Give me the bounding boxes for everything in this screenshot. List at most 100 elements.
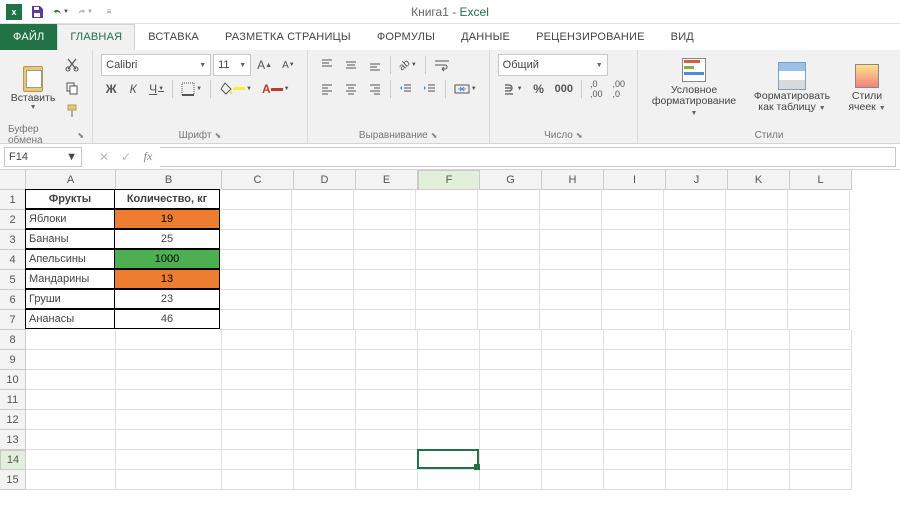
cell[interactable]: Апельсины — [25, 249, 115, 269]
cell[interactable] — [354, 310, 416, 330]
cell[interactable] — [292, 190, 354, 210]
cell[interactable] — [116, 410, 222, 430]
row-header[interactable]: 11 — [0, 390, 26, 410]
cell[interactable] — [480, 470, 542, 490]
cell[interactable]: 46 — [114, 309, 220, 329]
cell[interactable] — [790, 450, 852, 470]
cell[interactable] — [292, 230, 354, 250]
cell[interactable] — [788, 190, 850, 210]
cell[interactable] — [220, 230, 292, 250]
cell[interactable] — [356, 430, 418, 450]
cell[interactable] — [294, 370, 356, 390]
align-top-button[interactable] — [316, 54, 338, 76]
cell[interactable] — [542, 470, 604, 490]
redo-button[interactable]: ▼ — [76, 3, 94, 21]
paste-button[interactable]: Вставить ▼ — [9, 54, 57, 120]
cell[interactable] — [540, 250, 602, 270]
cell[interactable] — [354, 210, 416, 230]
cell[interactable] — [664, 250, 726, 270]
cell[interactable] — [294, 470, 356, 490]
cell[interactable] — [726, 290, 788, 310]
cell[interactable] — [666, 450, 728, 470]
cell[interactable] — [542, 390, 604, 410]
cell[interactable] — [480, 430, 542, 450]
cell[interactable] — [418, 390, 480, 410]
cell[interactable] — [116, 330, 222, 350]
orientation-button[interactable]: ab▼ — [395, 54, 421, 76]
cell[interactable]: Груши — [25, 289, 115, 309]
align-center-button[interactable] — [340, 78, 362, 100]
cell[interactable] — [416, 190, 478, 210]
cell[interactable] — [540, 290, 602, 310]
cell[interactable] — [602, 290, 664, 310]
cell[interactable] — [726, 270, 788, 290]
cell[interactable] — [354, 250, 416, 270]
tab-data[interactable]: ДАННЫЕ — [448, 24, 523, 50]
cell[interactable] — [788, 270, 850, 290]
cell[interactable] — [480, 390, 542, 410]
cut-button[interactable] — [61, 54, 83, 76]
row-header[interactable]: 9 — [0, 350, 26, 370]
cell[interactable] — [666, 410, 728, 430]
cell[interactable] — [478, 250, 540, 270]
cell[interactable] — [222, 370, 294, 390]
tab-view[interactable]: ВИД — [658, 24, 707, 50]
cell[interactable] — [602, 250, 664, 270]
borders-button[interactable]: ▼ — [177, 78, 206, 100]
column-header[interactable]: H — [542, 170, 604, 190]
cancel-formula-button[interactable]: ✕ — [94, 146, 114, 168]
align-right-button[interactable] — [364, 78, 386, 100]
cell[interactable] — [666, 470, 728, 490]
merge-center-button[interactable]: ▼ — [450, 78, 481, 100]
cell[interactable]: 19 — [114, 209, 220, 229]
cell[interactable] — [220, 190, 292, 210]
cell[interactable] — [416, 210, 478, 230]
cell[interactable] — [354, 190, 416, 210]
cell[interactable] — [354, 290, 416, 310]
cell[interactable] — [356, 370, 418, 390]
cell[interactable] — [542, 330, 604, 350]
cell[interactable] — [790, 410, 852, 430]
cell-styles-button[interactable]: Стилиячеек ▼ — [842, 54, 892, 120]
align-bottom-button[interactable] — [364, 54, 386, 76]
column-header[interactable]: G — [480, 170, 542, 190]
cell[interactable] — [666, 430, 728, 450]
cell[interactable] — [418, 350, 480, 370]
number-format-select[interactable]: Общий▼ — [498, 54, 608, 76]
cell[interactable] — [116, 470, 222, 490]
decrease-decimal-button[interactable]: ,00,0 — [608, 78, 629, 100]
cell[interactable] — [540, 310, 602, 330]
italic-button[interactable]: К — [123, 78, 143, 100]
cell[interactable] — [540, 230, 602, 250]
enter-formula-button[interactable]: ✓ — [116, 146, 136, 168]
format-as-table-button[interactable]: Форматироватькак таблицу ▼ — [746, 54, 838, 120]
cell[interactable] — [416, 250, 478, 270]
tab-insert[interactable]: ВСТАВКА — [135, 24, 212, 50]
cell[interactable] — [294, 390, 356, 410]
cell[interactable] — [356, 410, 418, 430]
cell[interactable] — [664, 310, 726, 330]
cell[interactable] — [726, 230, 788, 250]
cell[interactable] — [726, 310, 788, 330]
cell[interactable] — [116, 390, 222, 410]
cell[interactable] — [478, 270, 540, 290]
cell[interactable] — [292, 270, 354, 290]
cell[interactable] — [542, 430, 604, 450]
cell[interactable] — [222, 450, 294, 470]
insert-function-button[interactable]: fx — [138, 146, 158, 168]
cell[interactable] — [418, 370, 480, 390]
cell[interactable] — [728, 350, 790, 370]
cell[interactable] — [220, 310, 292, 330]
cell[interactable] — [790, 430, 852, 450]
format-painter-button[interactable] — [61, 100, 83, 122]
cell[interactable] — [726, 210, 788, 230]
cell[interactable] — [790, 370, 852, 390]
cell[interactable] — [478, 230, 540, 250]
cell[interactable]: 13 — [114, 269, 220, 289]
cell[interactable] — [222, 410, 294, 430]
cell[interactable] — [26, 370, 116, 390]
cell[interactable] — [480, 370, 542, 390]
fill-color-button[interactable]: ▼ — [215, 78, 256, 100]
cell[interactable] — [220, 210, 292, 230]
tab-page-layout[interactable]: РАЗМЕТКА СТРАНИЦЫ — [212, 24, 364, 50]
